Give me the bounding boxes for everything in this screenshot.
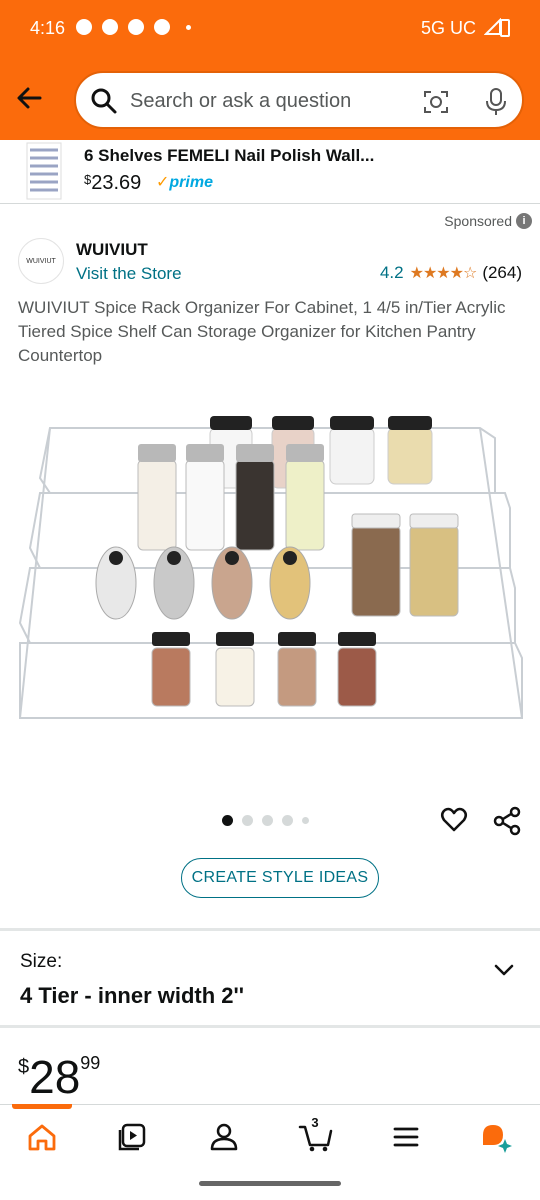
review-count: (264) <box>482 263 522 282</box>
size-value: 4 Tier - inner width 2'' <box>20 983 244 1008</box>
ad-price: $23.69 <box>84 172 142 194</box>
brand-name[interactable]: WUIVIUT <box>76 240 148 260</box>
ad-title[interactable]: 6 Shelves FEMELI Nail Polish Wall... <box>84 146 374 166</box>
rating-value: 4.2 <box>379 263 404 282</box>
status-time: 4:16 <box>30 18 66 38</box>
back-arrow-icon[interactable] <box>10 78 50 118</box>
microphone-icon[interactable] <box>484 87 508 117</box>
carousel-dot[interactable] <box>262 815 273 826</box>
home-icon[interactable] <box>26 1121 58 1153</box>
carousel-dot[interactable] <box>282 815 293 826</box>
cart-count: 3 <box>311 1115 319 1130</box>
star-rating-icon: ★★★★☆ <box>409 265 478 282</box>
camera-scan-icon[interactable] <box>422 88 450 116</box>
chevron-down-icon <box>494 964 514 976</box>
info-icon: i <box>516 213 532 229</box>
carousel-dot[interactable] <box>302 817 309 824</box>
bottom-navigation: 3 <box>0 1104 540 1170</box>
product-title: WUIVIUT Spice Rack Organizer For Cabinet… <box>18 298 506 365</box>
carousel-dot-active[interactable] <box>222 815 233 826</box>
menu-icon[interactable] <box>390 1121 422 1153</box>
share-icon[interactable] <box>492 806 522 836</box>
search-icon <box>91 88 117 114</box>
ad-product-thumbnail <box>26 142 62 200</box>
active-tab-indicator <box>12 1104 72 1109</box>
sponsored-product-banner[interactable]: 6 Shelves FEMELI Nail Polish Wall... $23… <box>0 140 540 204</box>
product-image[interactable] <box>10 398 530 728</box>
rufus-icon[interactable] <box>480 1121 512 1153</box>
search-input[interactable]: Search or ask a question <box>74 71 524 129</box>
create-style-ideas-button[interactable]: CREATE STYLE IDEAS <box>181 858 379 898</box>
pinterest-icon <box>102 19 118 35</box>
gesture-navigation-bar[interactable] <box>199 1181 341 1186</box>
cart-button[interactable]: 3 <box>298 1115 334 1153</box>
visit-store-link[interactable]: Visit the Store <box>76 264 182 284</box>
more-notifications-icon <box>186 24 191 30</box>
size-label: Size: <box>20 951 63 972</box>
rating-summary[interactable]: 4.2 ★★★★☆ (264) <box>380 263 522 283</box>
prime-badge: ✓prime <box>156 174 213 191</box>
account-icon[interactable] <box>208 1121 240 1153</box>
sponsored-label[interactable]: Sponsored i <box>444 213 532 229</box>
tag-icon <box>128 19 144 35</box>
status-bar: 4:16 5G UC <box>0 0 540 58</box>
search-header: Search or ask a question <box>0 58 540 140</box>
notification-icons <box>76 19 191 35</box>
image-carousel-dots[interactable] <box>222 815 309 826</box>
size-selector[interactable]: Size: 4 Tier - inner width 2'' <box>0 928 540 1028</box>
pinterest-icon <box>154 19 170 35</box>
video-icon[interactable] <box>116 1121 148 1153</box>
messenger-icon <box>76 19 92 35</box>
carousel-dot[interactable] <box>242 815 253 826</box>
battery-icon <box>500 19 510 37</box>
brand-logo[interactable]: WUIVIUT <box>18 238 64 284</box>
heart-icon[interactable] <box>440 806 468 834</box>
network-type: 5G UC <box>420 18 476 38</box>
search-placeholder: Search or ask a question <box>130 90 352 112</box>
product-price: $2899 <box>18 1051 101 1103</box>
